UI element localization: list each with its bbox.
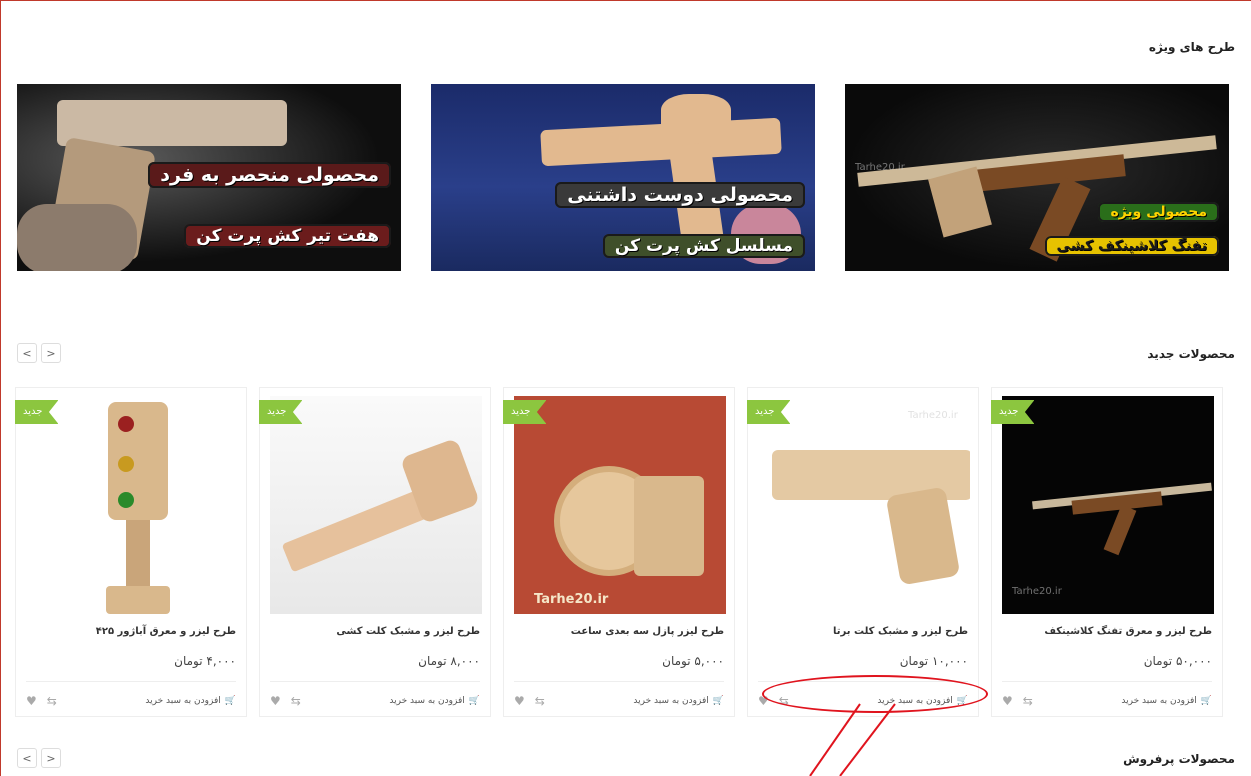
divider [1002,681,1212,682]
product-name[interactable]: طرح لیزر و مشبک کلت برتا [833,626,968,637]
product-card[interactable]: Tarhe20.ir جدید طرح لیزر پازل سه بعدی سا… [503,387,735,717]
product-name[interactable]: طرح لیزر پازل سه بعدی ساعت [571,626,724,637]
heart-icon[interactable]: ♥ [26,694,37,708]
product-card[interactable]: جدید طرح لیزر و معرق آباژور ۴۲۵ ۴,۰۰۰ تو… [15,387,247,717]
product-card[interactable]: Tarhe20.ir جدید طرح لیزر و مشبک کلت برتا… [747,387,979,717]
cart-icon: 🛒 [224,696,236,706]
product-price: ۸,۰۰۰ تومان [418,654,480,668]
new-products-nav: < > [17,343,61,363]
product-card[interactable]: جدید طرح لیزر و مشبک کلت کشی ۸,۰۰۰ تومان… [259,387,491,717]
product-card[interactable]: Tarhe20.ir جدید طرح لیزر و معرق تفنگ کلا… [991,387,1223,717]
product-name[interactable]: طرح لیزر و مشبک کلت کشی [336,626,480,637]
best-sellers-nav: < > [17,748,61,768]
lamp-top-shape [108,402,168,520]
prev-arrow-button[interactable]: < [17,748,37,768]
compare-icon[interactable]: ⇆ [1023,694,1033,708]
compare-icon[interactable]: ⇆ [291,694,301,708]
banner-smg-line1: محصولی دوست داشتنی [555,182,805,208]
best-sellers-title: محصولات پرفروش [1123,752,1235,766]
banner-pistol-line2: هفت تیر کش پرت کن [184,224,391,248]
banner-ak47[interactable]: Tarhe20.ir محصولی ویژه تفنگ کلاشینکف کشی [845,84,1229,271]
rifle-magazine-shape [1103,504,1137,556]
watermark: Tarhe20.ir [855,162,905,173]
banner-smg-line2: مسلسل کش پرت کن [602,234,805,258]
add-to-cart-label: افزودن به سبد خرید [145,696,221,706]
cart-icon: 🛒 [1200,696,1212,706]
product-price: ۴,۰۰۰ تومان [174,654,236,668]
add-to-cart-button[interactable]: 🛒 افزودن به سبد خرید [1121,696,1212,706]
watermark: Tarhe20.ir [908,410,958,421]
clock-drum-shape [634,476,704,576]
lamp-red-light-shape [118,416,134,432]
next-arrow-button[interactable]: > [41,343,61,363]
card-actions: ♥ ⇆ [1002,694,1033,708]
pistol-slide-shape [57,100,287,146]
product-price: ۵,۰۰۰ تومان [662,654,724,668]
add-to-cart-button[interactable]: 🛒 افزودن به سبد خرید [389,696,480,706]
product-image[interactable]: Tarhe20.ir [514,396,726,614]
banner-ak47-line2: تفنگ کلاشینکف کشی [1044,236,1219,256]
product-image[interactable] [270,396,482,614]
product-name[interactable]: طرح لیزر و معرق آباژور ۴۲۵ [96,626,236,637]
callout-pointer [809,703,896,776]
card-actions: ♥ ⇆ [514,694,545,708]
banner-pistol-line1: محصولی منحصر به فرد [148,162,391,188]
product-price: ۱۰,۰۰۰ تومان [899,654,968,668]
heart-icon[interactable]: ♥ [1002,694,1013,708]
pistol-grip-shape [885,486,961,586]
special-designs-title: طرح های ویژه [1148,40,1235,54]
banner-pistol[interactable]: محصولی منحصر به فرد هفت تیر کش پرت کن [17,84,401,271]
compare-icon[interactable]: ⇆ [47,694,57,708]
divider [514,681,724,682]
new-products-title: محصولات جدید [1147,347,1235,361]
compare-icon[interactable]: ⇆ [535,694,545,708]
prev-arrow-button[interactable]: < [17,343,37,363]
watermark: Tarhe20.ir [534,592,609,607]
banner-ak47-line1: محصولی ویژه [1098,202,1219,222]
add-to-cart-label: افزودن به سبد خرید [389,696,465,706]
divider [270,681,480,682]
watermark: Tarhe20.ir [1012,586,1062,597]
heart-icon[interactable]: ♥ [270,694,281,708]
cart-icon: 🛒 [468,696,480,706]
add-to-cart-label: افزودن به سبد خرید [633,696,709,706]
product-name[interactable]: طرح لیزر و معرق تفنگ کلاشینکف [1044,626,1212,637]
product-image[interactable] [26,396,238,614]
lamp-pole-shape [126,520,150,590]
cart-icon: 🛒 [712,696,724,706]
card-actions: ♥ ⇆ [270,694,301,708]
product-image[interactable]: Tarhe20.ir [758,396,970,614]
card-actions: ♥ ⇆ [26,694,57,708]
next-arrow-button[interactable]: > [41,748,61,768]
banner-smg[interactable]: محصولی دوست داشتنی مسلسل کش پرت کن [431,84,815,271]
product-price: ۵۰,۰۰۰ تومان [1143,654,1212,668]
lamp-base-shape [106,586,170,614]
lamp-yellow-light-shape [118,456,134,472]
smg-top-shape [661,94,731,134]
divider [26,681,236,682]
hand-shape [17,204,137,271]
add-to-cart-button[interactable]: 🛒 افزودن به سبد خرید [633,696,724,706]
heart-icon[interactable]: ♥ [514,694,525,708]
lamp-green-light-shape [118,492,134,508]
add-to-cart-label: افزودن به سبد خرید [1121,696,1197,706]
product-image[interactable]: Tarhe20.ir [1002,396,1214,614]
add-to-cart-button[interactable]: 🛒 افزودن به سبد خرید [145,696,236,706]
